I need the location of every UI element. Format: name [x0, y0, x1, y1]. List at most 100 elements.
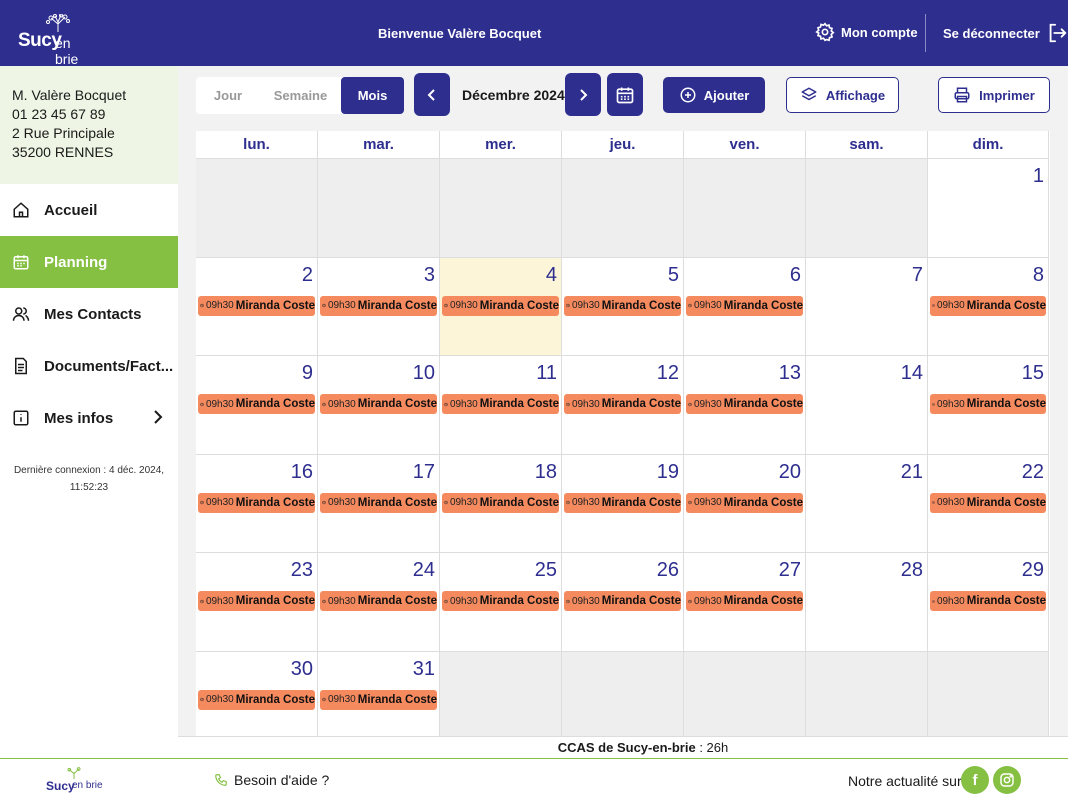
event-name: Miranda Coste — [723, 496, 803, 509]
calendar-event[interactable]: 09h30 Miranda Coste — [320, 591, 437, 611]
calendar-day-cell[interactable]: 13 09h30 Miranda Coste — [684, 356, 806, 455]
calendar-event[interactable]: 09h30 Miranda Coste — [442, 492, 559, 513]
calendar-day-cell[interactable]: 2 09h30 Miranda Coste — [196, 257, 318, 356]
calendar-day-cell[interactable]: 21 — [806, 454, 928, 553]
calendar-day-cell[interactable]: 4 09h30 Miranda Coste — [440, 257, 562, 356]
calendar-event[interactable]: 09h30 Miranda Coste — [564, 394, 681, 414]
calendar-event[interactable]: 09h30 Miranda Coste — [564, 591, 681, 611]
date-picker-button[interactable] — [607, 73, 643, 116]
calendar-day-cell[interactable]: 20 09h30 Miranda Coste — [684, 454, 806, 553]
tab-month[interactable]: Mois — [341, 77, 404, 114]
calendar-day-cell[interactable]: 12 09h30 Miranda Coste — [562, 356, 684, 455]
calendar-day-cell[interactable]: 22 09h30 Miranda Coste — [928, 454, 1049, 553]
calendar-event[interactable]: 09h30 Miranda Coste — [320, 295, 437, 316]
calendar-day-cell[interactable]: 29 09h30 Miranda Coste — [928, 553, 1049, 652]
calendar-day-cell[interactable]: 1 — [928, 159, 1049, 258]
tab-week[interactable]: Semaine — [260, 77, 341, 114]
calendar-day-cell[interactable]: 5 09h30 Miranda Coste — [562, 257, 684, 356]
instagram-link[interactable] — [993, 766, 1021, 794]
calendar-day-cell[interactable]: 10 09h30 Miranda Coste — [318, 356, 440, 455]
chevron-right-icon — [154, 410, 163, 424]
print-button[interactable]: Imprimer — [938, 77, 1050, 113]
calendar-day-cell[interactable]: 19 09h30 Miranda Coste — [562, 454, 684, 553]
event-time: 09h30 — [205, 398, 234, 410]
calendar-event[interactable]: 09h30 Miranda Coste — [686, 492, 803, 513]
clock-icon — [566, 500, 570, 505]
calendar-day-cell[interactable]: 26 09h30 Miranda Coste — [562, 553, 684, 652]
sidebar-item-documents[interactable]: Documents/Fact... — [0, 340, 178, 392]
calendar-day-cell[interactable]: 3 09h30 Miranda Coste — [318, 257, 440, 356]
calendar-event[interactable]: 09h30 Miranda Coste — [442, 591, 559, 611]
sidebar-item-planning[interactable]: Planning — [0, 236, 178, 288]
calendar-event[interactable]: 09h30 Miranda Coste — [930, 591, 1046, 611]
clock-icon — [688, 500, 692, 505]
calendar-event[interactable]: 09h30 Miranda Coste — [442, 295, 559, 316]
calendar-day-cell[interactable]: 17 09h30 Miranda Coste — [318, 454, 440, 553]
calendar-day-cell[interactable]: 11 09h30 Miranda Coste — [440, 356, 562, 455]
display-button[interactable]: Affichage — [786, 77, 899, 113]
calendar-event[interactable]: 09h30 Miranda Coste — [930, 394, 1046, 414]
calendar-day-cell[interactable]: 8 09h30 Miranda Coste — [928, 257, 1049, 356]
event-time: 09h30 — [205, 694, 234, 705]
calendar-event[interactable]: 09h30 Miranda Coste — [686, 394, 803, 414]
calendar-event[interactable]: 09h30 Miranda Coste — [198, 689, 315, 710]
sidebar-item-mes-infos[interactable]: Mes infos — [0, 392, 178, 444]
help-link[interactable]: Besoin d'aide ? — [214, 772, 329, 788]
printer-icon — [954, 87, 970, 103]
account-label: Mon compte — [841, 24, 918, 40]
calendar-day-cell[interactable]: 25 09h30 Miranda Coste — [440, 553, 562, 652]
calendar-event[interactable]: 09h30 Miranda Coste — [686, 295, 803, 316]
day-number: 25 — [534, 559, 557, 581]
calendar-event[interactable]: 09h30 Miranda Coste — [198, 394, 315, 414]
event-time: 09h30 — [693, 497, 722, 508]
add-button[interactable]: Ajouter — [663, 77, 765, 113]
calendar-event[interactable]: 09h30 Miranda Coste — [198, 295, 315, 316]
next-month-button[interactable] — [565, 73, 601, 116]
calendar-day-cell[interactable]: 9 09h30 Miranda Coste — [196, 356, 318, 455]
logout-button[interactable]: Se déconnecter — [943, 22, 1068, 44]
calendar-day-cell[interactable]: 24 09h30 Miranda Coste — [318, 553, 440, 652]
main-content: Jour Semaine Mois Décembre 2024 Ajouter … — [178, 66, 1068, 750]
account-button[interactable]: Mon compte — [815, 22, 918, 42]
calendar-event[interactable]: 09h30 Miranda Coste — [930, 492, 1046, 513]
calendar-event[interactable]: 09h30 Miranda Coste — [320, 492, 437, 513]
calendar-event[interactable]: 09h30 Miranda Coste — [442, 394, 559, 414]
view-tabs: Jour Semaine Mois — [196, 77, 404, 114]
calendar-day-cell[interactable]: 7 — [806, 257, 928, 356]
calendar-event[interactable]: 09h30 Miranda Coste — [686, 591, 803, 611]
day-number: 3 — [423, 263, 435, 286]
calendar-event[interactable]: 09h30 Miranda Coste — [320, 394, 437, 414]
day-number: 14 — [900, 362, 923, 384]
tab-day[interactable]: Jour — [196, 77, 260, 114]
previous-month-button[interactable] — [414, 73, 450, 116]
last-login-time: 11:52:23 — [69, 482, 109, 493]
sidebar-item-contacts[interactable]: Mes Contacts — [0, 288, 178, 340]
day-number: 19 — [656, 460, 679, 483]
calendar-event[interactable]: 09h30 Miranda Coste — [320, 689, 437, 710]
calendar-day-cell[interactable]: 14 — [806, 356, 928, 455]
calendar-day-cell[interactable]: 6 09h30 Miranda Coste — [684, 257, 806, 356]
event-name: Miranda Coste — [479, 496, 559, 509]
calendar-day-cell[interactable]: 28 — [806, 553, 928, 652]
calendar-event[interactable]: 09h30 Miranda Coste — [564, 492, 681, 513]
calendar-day-cell[interactable]: 15 09h30 Miranda Coste — [928, 356, 1049, 455]
event-time: 09h30 — [936, 300, 965, 311]
calendar-day-cell[interactable]: 16 09h30 Miranda Coste — [196, 454, 318, 553]
event-name: Miranda Coste — [723, 398, 803, 410]
event-time: 09h30 — [449, 398, 478, 410]
calendar-day-cell[interactable]: 27 09h30 Miranda Coste — [684, 553, 806, 652]
event-time: 09h30 — [327, 398, 356, 410]
event-time: 09h30 — [571, 497, 600, 508]
calendar-empty-cell — [196, 159, 318, 258]
facebook-link[interactable]: f — [961, 766, 989, 794]
clock-icon — [200, 599, 204, 603]
calendar-event[interactable]: 09h30 Miranda Coste — [930, 295, 1046, 316]
sidebar-item-accueil[interactable]: Accueil — [0, 184, 178, 236]
calendar-day-cell[interactable]: 23 09h30 Miranda Coste — [196, 553, 318, 652]
calendar-event[interactable]: 09h30 Miranda Coste — [564, 295, 681, 316]
calendar-event[interactable]: 09h30 Miranda Coste — [198, 591, 315, 611]
calendar-day-cell[interactable]: 18 09h30 Miranda Coste — [440, 454, 562, 553]
gear-icon — [815, 22, 835, 42]
facebook-icon: f — [972, 771, 978, 789]
calendar-event[interactable]: 09h30 Miranda Coste — [198, 492, 315, 513]
